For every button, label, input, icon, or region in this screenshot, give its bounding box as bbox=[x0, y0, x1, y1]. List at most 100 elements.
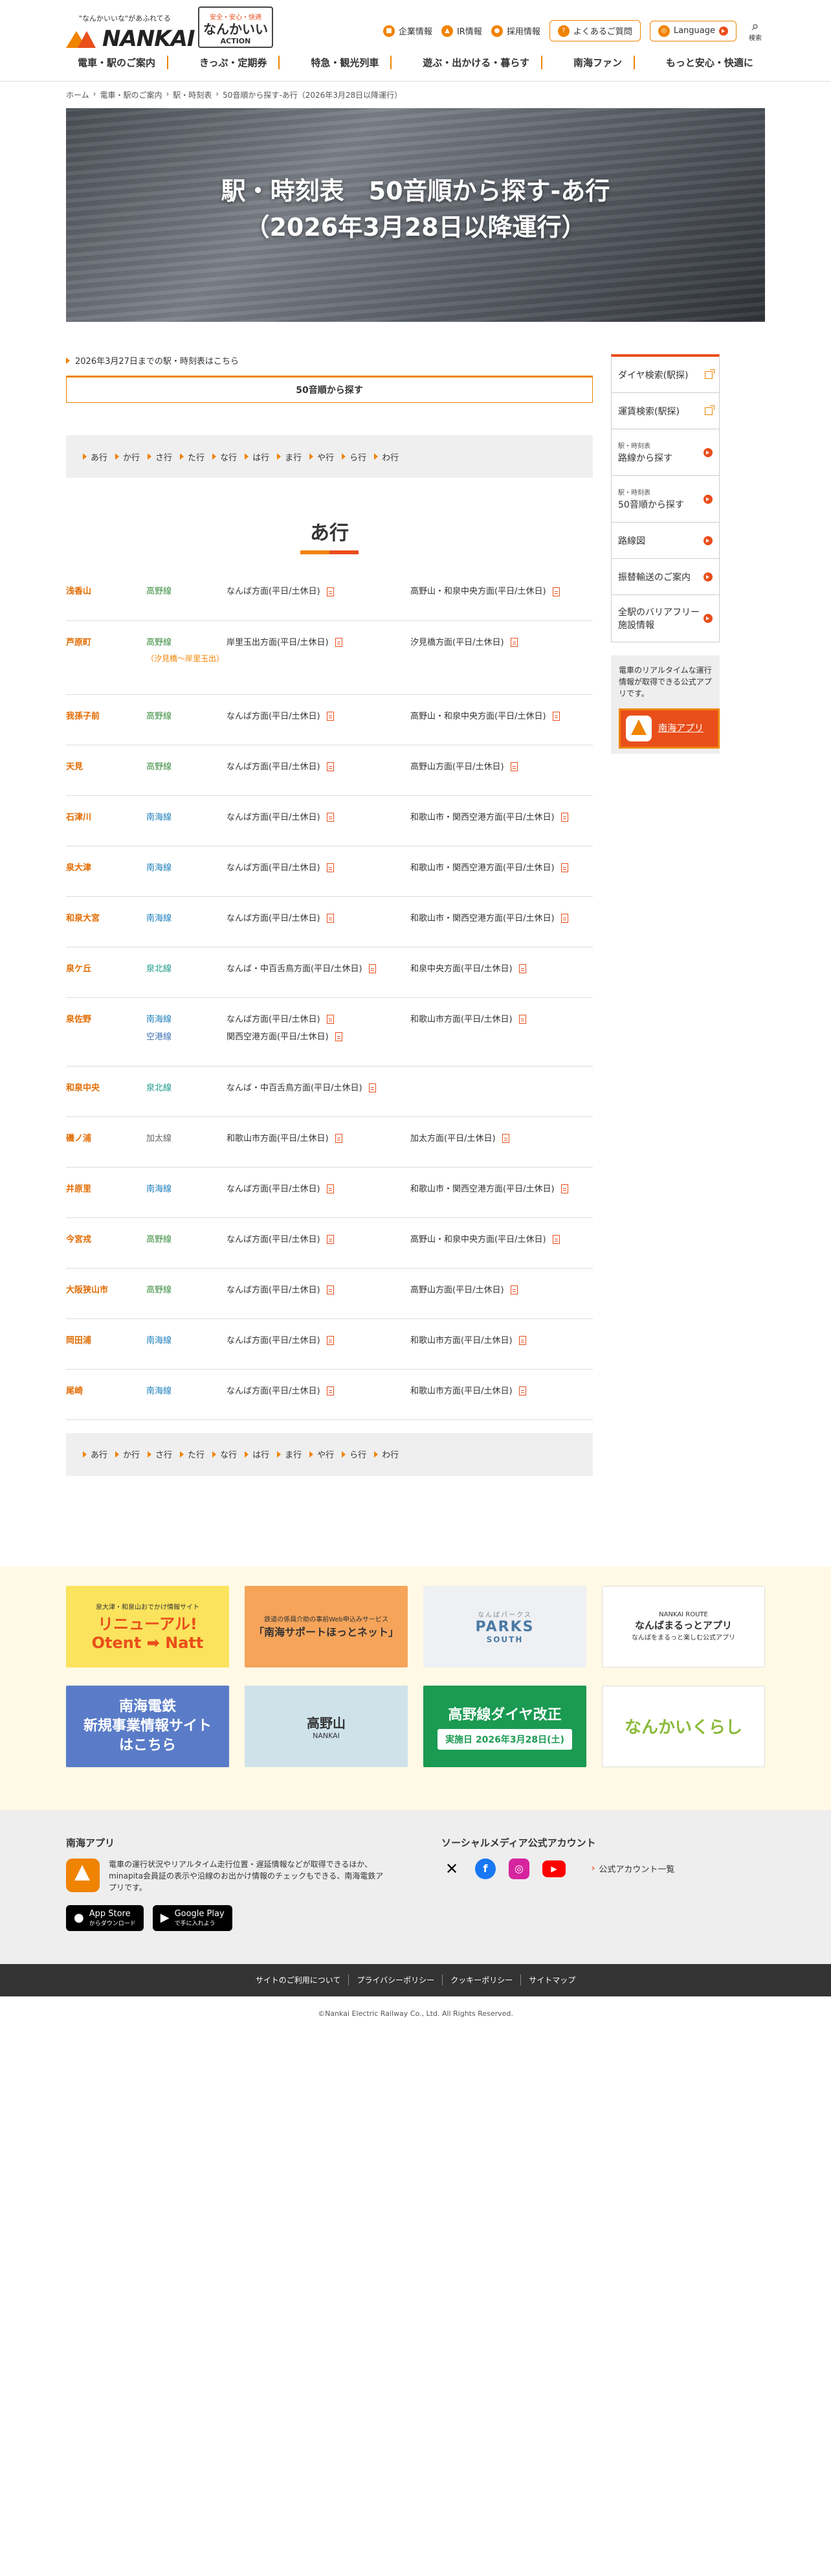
gnav-item-leisure[interactable]: 遊ぶ・出かける・暮らす bbox=[411, 55, 542, 69]
kana-nav-item[interactable]: わ行 bbox=[374, 451, 399, 463]
timetable-link[interactable]: 和歌山市方面(平日/土休日) bbox=[410, 1384, 593, 1396]
timetable-link[interactable]: なんば方面(平日/土休日) bbox=[227, 1333, 410, 1346]
banner-otent-natt[interactable]: 泉大津・和泉山おでかけ情報サイト リニューアル! Otent ➡ Natt bbox=[66, 1585, 229, 1667]
timetable-link[interactable]: なんば・中百舌鳥方面(平日/土休日) bbox=[227, 962, 410, 974]
timetable-link[interactable]: 加太方面(平日/土休日) bbox=[410, 1131, 593, 1144]
kana-nav-item[interactable]: や行 bbox=[309, 451, 334, 463]
kana-nav-item[interactable]: や行 bbox=[309, 1448, 334, 1460]
tab-kana-order[interactable]: 50音順から探す bbox=[66, 376, 593, 403]
footer-link-sitemap[interactable]: サイトマップ bbox=[521, 1974, 583, 1985]
previous-timetable-link[interactable]: 2026年3月27日までの駅・時刻表はこちら bbox=[66, 354, 593, 367]
x-icon[interactable]: ✕ bbox=[441, 1859, 462, 1879]
station-name[interactable]: 泉ケ丘 bbox=[66, 947, 146, 998]
timetable-link[interactable]: なんば方面(平日/土休日) bbox=[227, 1182, 410, 1194]
timetable-link[interactable]: 和歌山市・関西空港方面(平日/土休日) bbox=[410, 861, 593, 873]
sidebar-item[interactable]: 駅・時刻表 50音順から探す bbox=[612, 476, 719, 523]
station-name[interactable]: 浅香山 bbox=[66, 570, 146, 621]
timetable-link[interactable]: なんば方面(平日/土休日) bbox=[227, 1283, 410, 1295]
nankai-logo[interactable]: "なんかいいな"があふれてる NANKAI bbox=[66, 10, 195, 52]
timetable-link[interactable]: なんば方面(平日/土休日) bbox=[227, 1012, 410, 1024]
instagram-icon[interactable]: ◎ bbox=[509, 1858, 529, 1879]
kana-nav-item[interactable]: わ行 bbox=[374, 1448, 399, 1460]
timetable-link[interactable]: 汐見橋方面(平日/土休日) bbox=[410, 635, 593, 648]
timetable-link[interactable]: 和泉中央方面(平日/土休日) bbox=[410, 962, 593, 974]
station-name[interactable]: 芦原町 bbox=[66, 620, 146, 695]
timetable-link[interactable]: 和歌山市方面(平日/土休日) bbox=[227, 1131, 410, 1144]
search-button[interactable]: ⌕ 検索 bbox=[746, 19, 765, 42]
station-name[interactable]: 和泉中央 bbox=[66, 1066, 146, 1117]
timetable-link[interactable]: なんば方面(平日/土休日) bbox=[227, 1232, 410, 1245]
gnav-item-safety[interactable]: もっと安心・快適に bbox=[654, 56, 765, 69]
banner-support-net[interactable]: 鉄道の係員介助の事前Web申込みサービス 「南海サポートほっとネット」 bbox=[245, 1585, 408, 1667]
sidebar-item[interactable]: 駅・時刻表 路線から探す bbox=[612, 429, 719, 476]
language-button[interactable]: ◎ Language bbox=[649, 20, 737, 41]
timetable-link[interactable]: なんば方面(平日/土休日) bbox=[227, 760, 410, 772]
nankai-action-logo[interactable]: 安全・安心・快適 なんかいい ACTION bbox=[198, 6, 273, 48]
kana-nav-item[interactable]: ま行 bbox=[277, 1448, 302, 1460]
station-name[interactable]: 天見 bbox=[66, 745, 146, 796]
timetable-link[interactable]: なんば方面(平日/土休日) bbox=[227, 709, 410, 721]
timetable-link[interactable]: 高野山方面(平日/土休日) bbox=[410, 760, 593, 772]
sidebar-item[interactable]: 振替輸送のご案内 bbox=[612, 559, 719, 595]
station-name[interactable]: 岡田浦 bbox=[66, 1318, 146, 1370]
timetable-link[interactable]: なんば方面(平日/土休日) bbox=[227, 861, 410, 873]
kana-nav-item[interactable]: は行 bbox=[245, 451, 269, 463]
youtube-icon[interactable]: ▶ bbox=[542, 1860, 566, 1877]
breadcrumb-home[interactable]: ホーム bbox=[66, 89, 89, 100]
station-name[interactable]: 泉佐野 bbox=[66, 997, 146, 1067]
station-name[interactable]: 石津川 bbox=[66, 795, 146, 846]
kana-nav-item[interactable]: あ行 bbox=[83, 451, 107, 463]
footer-link-terms[interactable]: サイトのご利用について bbox=[248, 1974, 349, 1985]
station-name[interactable]: 我孫子前 bbox=[66, 694, 146, 745]
kana-nav-item[interactable]: ま行 bbox=[277, 451, 302, 463]
kana-nav-item[interactable]: あ行 bbox=[83, 1448, 107, 1460]
footer-link-cookie[interactable]: クッキーポリシー bbox=[443, 1974, 522, 1985]
kana-nav-item[interactable]: ら行 bbox=[342, 1448, 366, 1460]
util-ir-link[interactable]: ▲ IR情報 bbox=[441, 25, 482, 37]
timetable-link[interactable]: 和歌山市・関西空港方面(平日/土休日) bbox=[410, 911, 593, 923]
kana-nav-item[interactable]: な行 bbox=[212, 1448, 237, 1460]
nankai-app-button[interactable]: 南海アプリ bbox=[619, 708, 720, 749]
station-name[interactable]: 今宮戎 bbox=[66, 1217, 146, 1269]
station-name[interactable]: 和泉大宮 bbox=[66, 896, 146, 947]
kana-nav-item[interactable]: さ行 bbox=[148, 451, 172, 463]
timetable-link[interactable]: 岸里玉出方面(平日/土休日) bbox=[227, 635, 410, 648]
sns-all-link[interactable]: › 公式アカウント一覧 bbox=[592, 1862, 674, 1875]
kana-nav-item[interactable]: さ行 bbox=[148, 1448, 172, 1460]
google-play-button[interactable]: ▶ Google Play で手に入れよう bbox=[152, 1904, 232, 1931]
kana-nav-item[interactable]: ら行 bbox=[342, 451, 366, 463]
util-recruit-link[interactable]: ● 採用情報 bbox=[491, 25, 540, 37]
timetable-link[interactable]: 和歌山市・関西空港方面(平日/土休日) bbox=[410, 1182, 593, 1194]
timetable-link[interactable]: なんば方面(平日/土休日) bbox=[227, 1384, 410, 1396]
footer-link-privacy[interactable]: プライバシーポリシー bbox=[349, 1974, 443, 1985]
timetable-link[interactable]: 高野山方面(平日/土休日) bbox=[410, 1283, 593, 1295]
kana-nav-item[interactable]: な行 bbox=[212, 451, 237, 463]
sidebar-item[interactable]: ダイヤ検索(駅探) bbox=[612, 357, 719, 393]
timetable-link[interactable]: 和歌山市・関西空港方面(平日/土休日) bbox=[410, 810, 593, 822]
gnav-item-fan[interactable]: 南海ファン bbox=[562, 55, 635, 69]
gnav-item-train[interactable]: 電車・駅のご案内 bbox=[66, 55, 169, 69]
timetable-link[interactable]: 高野山・和泉中央方面(平日/土休日) bbox=[410, 709, 593, 721]
facebook-icon[interactable]: f bbox=[475, 1858, 496, 1879]
kana-nav-item[interactable]: た行 bbox=[180, 1448, 205, 1460]
timetable-link[interactable]: 関西空港方面(平日/土休日) bbox=[227, 1030, 410, 1042]
timetable-link[interactable]: なんば方面(平日/土休日) bbox=[227, 810, 410, 822]
banner-koyasan[interactable]: 高野山 NANKAI bbox=[245, 1685, 408, 1767]
banner-koya-diagram[interactable]: 高野線ダイヤ改正 実施日 2026年3月28日(土) bbox=[423, 1685, 586, 1767]
sidebar-item[interactable]: 全駅のバリアフリー施設情報 bbox=[612, 595, 719, 642]
timetable-link[interactable]: 和歌山市方面(平日/土休日) bbox=[410, 1333, 593, 1346]
banner-namba-app[interactable]: NANKAI ROUTE なんばまるっとアプリ なんばをまるっと楽しむ公式アプリ bbox=[602, 1585, 765, 1667]
kana-nav-item[interactable]: は行 bbox=[245, 1448, 269, 1460]
banner-nankai-kurashi[interactable]: なんかいくらし bbox=[602, 1685, 765, 1767]
timetable-link[interactable]: 高野山・和泉中央方面(平日/土休日) bbox=[410, 584, 593, 596]
gnav-item-ticket[interactable]: きっぷ・定期券 bbox=[188, 55, 280, 69]
breadcrumb-train[interactable]: 電車・駅のご案内 bbox=[100, 89, 162, 100]
util-corporate-link[interactable]: ■ 企業情報 bbox=[382, 25, 432, 37]
timetable-link[interactable]: なんば方面(平日/土休日) bbox=[227, 584, 410, 596]
faq-button[interactable]: ? よくあるご質問 bbox=[549, 20, 641, 41]
timetable-link[interactable]: なんば・中百舌鳥方面(平日/土休日) bbox=[227, 1081, 410, 1093]
station-name[interactable]: 尾崎 bbox=[66, 1369, 146, 1420]
app-store-button[interactable]: ● App Store からダウンロード bbox=[66, 1904, 144, 1931]
gnav-item-express[interactable]: 特急・観光列車 bbox=[299, 55, 392, 69]
kana-nav-item[interactable]: か行 bbox=[115, 1448, 140, 1460]
